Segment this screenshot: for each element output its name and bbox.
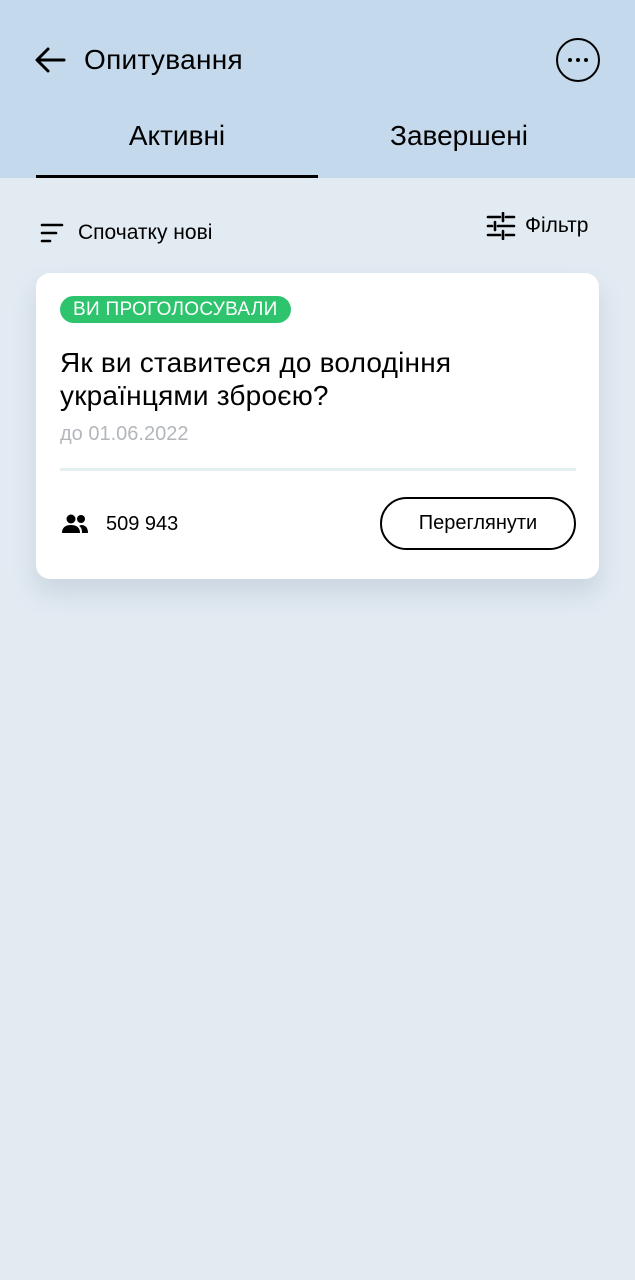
card-divider [60,468,576,471]
view-button[interactable]: Переглянути [380,497,576,550]
sliders-icon [486,212,516,240]
tab-completed[interactable]: Завершені [318,100,600,178]
tab-active[interactable]: Активні [36,100,318,178]
header: Опитування Активні Завершені [0,0,635,178]
voters-count: 509 943 [60,510,178,538]
voters-value: 509 943 [106,512,179,535]
page-title: Опитування [84,44,243,75]
sort-button[interactable]: Спочатку нові [40,218,212,248]
people-icon [62,514,88,533]
filter-button[interactable]: Фільтр [486,210,588,242]
voted-badge: ВИ ПРОГОЛОСУВАЛИ [60,296,291,323]
sort-lines-icon [40,223,64,243]
poll-deadline: до 01.06.2022 [60,423,189,445]
back-button[interactable] [30,42,70,78]
poll-card: ВИ ПРОГОЛОСУВАЛИ Як ви ставитеся до воло… [36,273,599,579]
filter-label: Фільтр [525,214,589,237]
more-button[interactable] [556,38,600,82]
sort-label: Спочатку нові [78,221,213,244]
poll-question: Як ви ставитеся до володіння українцями … [60,347,452,411]
arrow-left-icon [35,47,66,73]
more-horizontal-icon [568,58,572,62]
